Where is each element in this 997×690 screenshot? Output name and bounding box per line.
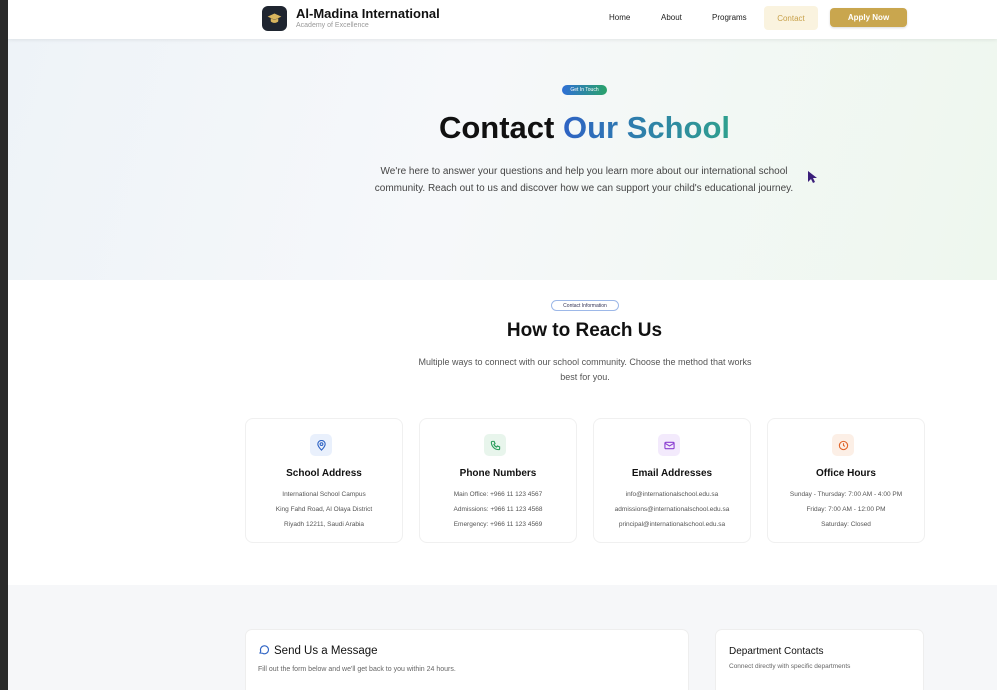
card-line[interactable]: Main Office: +966 11 123 4567 (420, 491, 576, 498)
brand-name[interactable]: Al-Madina International (296, 6, 440, 21)
message-form-card: Send Us a Message Fill out the form belo… (245, 629, 689, 690)
nav-programs[interactable]: Programs (712, 13, 747, 22)
card-line: Friday: 7:00 AM - 12:00 PM (806, 506, 886, 513)
reach-title: How to Reach Us (506, 320, 663, 341)
card-line: International School Campus (282, 491, 366, 498)
card-line[interactable]: principal@internationalschool.edu.sa (594, 521, 750, 528)
card-title: School Address (286, 468, 362, 479)
hero-description: We're here to answer your questions and … (374, 166, 794, 194)
card-icon-box (310, 434, 332, 456)
mail-icon (663, 441, 675, 449)
hero-title: Contact Our School (8, 110, 997, 146)
hero-title-part2: Our School (562, 110, 731, 145)
brand-tagline: Academy of Excellence (296, 22, 369, 29)
contact-card-phone: Phone Numbers Main Office: +966 11 123 4… (419, 418, 577, 543)
message-form-title: Send Us a Message (274, 645, 378, 657)
card-title: Office Hours (815, 468, 876, 479)
card-icon-box (484, 434, 506, 456)
department-contacts-description: Connect directly with specific departmen… (729, 663, 851, 670)
get-in-touch-badge: Get In Touch (562, 85, 607, 95)
graduation-cap-icon (267, 13, 282, 23)
nav-about[interactable]: About (661, 13, 682, 22)
card-title: Email Addresses (631, 468, 713, 479)
card-title: Phone Numbers (459, 468, 537, 479)
card-line[interactable]: admissions@internationalschool.edu.sa (594, 506, 750, 513)
department-contacts-title: Department Contacts (729, 646, 824, 657)
message-section: Send Us a Message Fill out the form belo… (8, 585, 997, 690)
card-line: Saturday: Closed (821, 521, 871, 528)
nav-contact[interactable]: Contact (764, 6, 818, 30)
reach-section: Contact Information How to Reach Us Mult… (8, 280, 997, 585)
card-line[interactable]: info@internationalschool.edu.sa (594, 491, 750, 498)
card-line: Sunday - Thursday: 7:00 AM - 4:00 PM (789, 491, 903, 498)
window-edge (0, 0, 8, 690)
card-line: King Fahd Road, Al Olaya District (275, 506, 373, 513)
nav-home[interactable]: Home (609, 13, 630, 22)
apply-now-button[interactable]: Apply Now (830, 8, 907, 27)
contact-card-hours: Office Hours Sunday - Thursday: 7:00 AM … (767, 418, 925, 543)
site-header: Al-Madina International Academy of Excel… (8, 0, 997, 39)
map-pin-icon (316, 439, 326, 451)
hero-section: Get In Touch Contact Our School We're he… (8, 39, 997, 280)
contact-information-badge: Contact Information (551, 300, 619, 311)
card-icon-box (658, 434, 680, 456)
card-line[interactable]: Emergency: +966 11 123 4569 (420, 521, 576, 528)
contact-card-address: School Address International School Camp… (245, 418, 403, 543)
card-line[interactable]: Admissions: +966 11 123 4568 (420, 506, 576, 513)
chat-bubble-icon (259, 645, 269, 655)
hero-title-part1: Contact (438, 110, 555, 145)
clock-icon (838, 440, 848, 450)
contact-card-email: Email Addresses info@internationalschool… (593, 418, 751, 543)
reach-description: Multiple ways to connect with our school… (418, 357, 752, 382)
page: Al-Madina International Academy of Excel… (8, 0, 997, 690)
card-icon-box (832, 434, 854, 456)
card-line: Riyadh 12211, Saudi Arabia (283, 521, 365, 528)
mouse-cursor-icon (808, 171, 817, 183)
phone-icon (490, 440, 500, 450)
department-contacts-card: Department Contacts Connect directly wit… (715, 629, 924, 690)
logo[interactable] (262, 6, 287, 31)
message-form-description: Fill out the form below and we'll get ba… (258, 666, 456, 673)
